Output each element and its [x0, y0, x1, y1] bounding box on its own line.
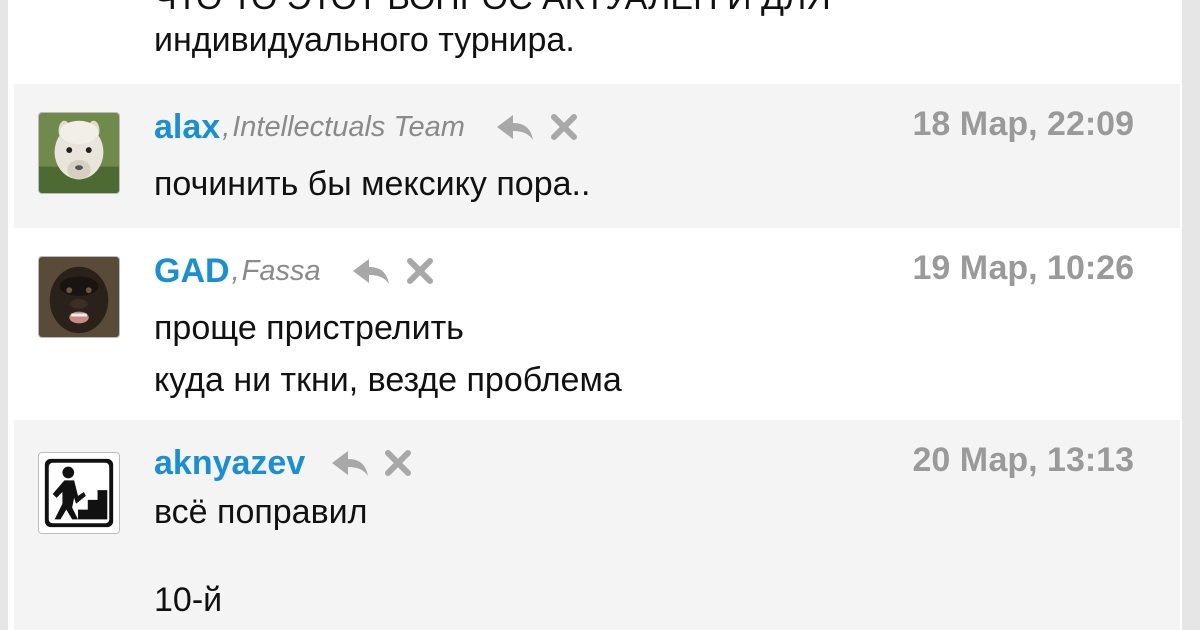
comment-item: GAD, Fassa 19 Мар, 10:26 проще пристрели… [14, 228, 1180, 418]
comment-text-line: 10-й [154, 581, 223, 619]
team-name: Fassa [241, 255, 321, 287]
comment-item: aknyazev 20 Мар, 13:13 всё поправил 10-й [14, 420, 1180, 630]
author-link[interactable]: GAD [154, 248, 230, 294]
reply-icon[interactable] [330, 440, 374, 486]
close-icon[interactable] [384, 440, 428, 486]
comment-text-line [154, 534, 367, 578]
close-icon[interactable] [406, 248, 450, 294]
comment-text-line: починить бы мексику пора.. [154, 165, 591, 203]
previous-comment-line: ЧТО ТО ЭТОТ ВОПРОС АКТУАЛЕН И ДЛЯ [154, 0, 831, 18]
stairs-climber-avatar[interactable] [38, 452, 120, 534]
right-frame-border [1182, 0, 1200, 630]
reply-icon[interactable] [351, 248, 395, 294]
left-frame-border [0, 0, 8, 630]
author-link[interactable]: aknyazev [154, 440, 305, 486]
comment-date: 19 Мар, 10:26 [912, 249, 1134, 287]
comment-date: 18 Мар, 22:09 [912, 105, 1134, 143]
team-name: Intellectuals Team [232, 111, 465, 143]
comment-text: проще пристрелить куда ни ткни, везде пр… [154, 302, 622, 406]
reply-icon[interactable] [495, 104, 539, 150]
comment-item: alax, Intellectuals Team 18 Мар, 22:09 п… [14, 84, 1180, 228]
comment-text-line: проще пристрелить [154, 309, 464, 347]
previous-comment-fragment: ЧТО ТО ЭТОТ ВОПРОС АКТУАЛЕН И ДЛЯ индиви… [154, 0, 1154, 80]
gorilla-avatar[interactable] [38, 256, 120, 338]
alpaca-avatar[interactable] [38, 112, 120, 194]
comment-text: починить бы мексику пора.. [154, 158, 590, 210]
comment-text: всё поправил 10-й [154, 490, 367, 622]
comment-header: alax, Intellectuals Team [154, 104, 594, 150]
team-separator: , [231, 255, 240, 287]
team-separator: , [222, 111, 231, 143]
previous-comment-line: индивидуального турнира. [154, 21, 575, 59]
comment-text-line: куда ни ткни, везде проблема [154, 361, 622, 399]
author-link[interactable]: alax [154, 104, 220, 150]
close-icon[interactable] [550, 104, 594, 150]
comment-date: 20 Мар, 13:13 [912, 441, 1134, 479]
comment-header: GAD, Fassa [154, 248, 450, 294]
comment-header: aknyazev [154, 440, 428, 486]
comment-text-line: всё поправил [154, 493, 368, 531]
